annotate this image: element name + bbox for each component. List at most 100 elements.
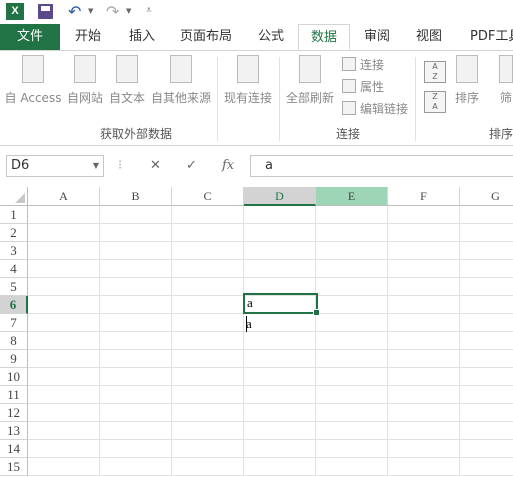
cell-b11[interactable] <box>100 386 172 404</box>
cell-e7[interactable] <box>316 314 388 332</box>
row-header-3[interactable]: 3 <box>0 242 28 260</box>
cell-d12[interactable] <box>244 404 316 422</box>
cell-e4[interactable] <box>316 260 388 278</box>
cell-a2[interactable] <box>28 224 100 242</box>
cell-g15[interactable] <box>460 458 513 476</box>
cell-a7[interactable] <box>28 314 100 332</box>
cell-c13[interactable] <box>172 422 244 440</box>
cell-b12[interactable] <box>100 404 172 422</box>
cell-f10[interactable] <box>388 368 460 386</box>
cell-b10[interactable] <box>100 368 172 386</box>
cell-b5[interactable] <box>100 278 172 296</box>
cell-d7[interactable] <box>244 314 316 332</box>
tab-review[interactable]: 审阅 <box>352 24 402 50</box>
cell-g14[interactable] <box>460 440 513 458</box>
from-other-sources-button[interactable]: 自其他来源 <box>148 55 214 106</box>
existing-connections-button[interactable]: 现有连接 <box>220 55 276 106</box>
cell-e6[interactable] <box>316 296 388 314</box>
row-header-13[interactable]: 13 <box>0 422 28 440</box>
row-header-9[interactable]: 9 <box>0 350 28 368</box>
row-header-5[interactable]: 5 <box>0 278 28 296</box>
cell-f3[interactable] <box>388 242 460 260</box>
cell-a14[interactable] <box>28 440 100 458</box>
tab-formulas[interactable]: 公式 <box>246 24 296 50</box>
cell-e3[interactable] <box>316 242 388 260</box>
from-web-button[interactable]: 自网站 <box>64 55 106 106</box>
save-icon[interactable] <box>38 4 53 19</box>
cell-d1[interactable] <box>244 206 316 224</box>
cell-f6[interactable] <box>388 296 460 314</box>
cell-a15[interactable] <box>28 458 100 476</box>
cell-a9[interactable] <box>28 350 100 368</box>
cell-a1[interactable] <box>28 206 100 224</box>
cell-e12[interactable] <box>316 404 388 422</box>
column-header-a[interactable]: A <box>28 187 100 206</box>
cell-a3[interactable] <box>28 242 100 260</box>
cell-g9[interactable] <box>460 350 513 368</box>
cell-e13[interactable] <box>316 422 388 440</box>
from-access-button[interactable]: 自 Access <box>4 55 62 106</box>
sort-a-z-icon[interactable]: AZ <box>424 61 446 83</box>
cell-a8[interactable] <box>28 332 100 350</box>
cell-g13[interactable] <box>460 422 513 440</box>
name-box[interactable]: D6 ▼ <box>6 155 104 177</box>
sort-z-a-icon[interactable]: ZA <box>424 91 446 113</box>
redo-dropdown-icon[interactable]: ▼ <box>126 7 131 15</box>
cell-e8[interactable] <box>316 332 388 350</box>
tab-pdf-tools[interactable]: PDF工具 <box>458 24 513 50</box>
cell-g4[interactable] <box>460 260 513 278</box>
cell-g2[interactable] <box>460 224 513 242</box>
enter-icon[interactable]: ✓ <box>186 158 197 173</box>
row-header-14[interactable]: 14 <box>0 440 28 458</box>
cell-a13[interactable] <box>28 422 100 440</box>
cell-d3[interactable] <box>244 242 316 260</box>
insert-function-icon[interactable]: fx <box>222 158 234 173</box>
formula-input[interactable]: a <box>250 155 513 177</box>
cell-c9[interactable] <box>172 350 244 368</box>
cell-b2[interactable] <box>100 224 172 242</box>
row-header-11[interactable]: 11 <box>0 386 28 404</box>
redo-icon[interactable]: ↷ <box>106 3 119 20</box>
excel-app-icon[interactable]: X <box>6 3 24 20</box>
cell-e2[interactable] <box>316 224 388 242</box>
row-header-6[interactable]: 6 <box>0 296 28 314</box>
cell-f4[interactable] <box>388 260 460 278</box>
cell-b14[interactable] <box>100 440 172 458</box>
cell-d11[interactable] <box>244 386 316 404</box>
cell-b1[interactable] <box>100 206 172 224</box>
active-cell-d6[interactable]: a <box>243 293 320 316</box>
column-header-c[interactable]: C <box>172 187 244 206</box>
connections-button[interactable]: 连接 <box>342 55 384 75</box>
cell-b3[interactable] <box>100 242 172 260</box>
cell-c5[interactable] <box>172 278 244 296</box>
cell-g5[interactable] <box>460 278 513 296</box>
cell-d4[interactable] <box>244 260 316 278</box>
cell-e15[interactable] <box>316 458 388 476</box>
cell-f13[interactable] <box>388 422 460 440</box>
row-header-8[interactable]: 8 <box>0 332 28 350</box>
cell-a12[interactable] <box>28 404 100 422</box>
row-header-7[interactable]: 7 <box>0 314 28 332</box>
cell-c3[interactable] <box>172 242 244 260</box>
cell-c15[interactable] <box>172 458 244 476</box>
cell-f14[interactable] <box>388 440 460 458</box>
from-text-button[interactable]: 自文本 <box>106 55 148 106</box>
cell-e14[interactable] <box>316 440 388 458</box>
select-all-corner[interactable] <box>0 187 28 206</box>
cell-f2[interactable] <box>388 224 460 242</box>
cell-a5[interactable] <box>28 278 100 296</box>
cancel-icon[interactable]: ✕ <box>150 158 161 173</box>
cell-c1[interactable] <box>172 206 244 224</box>
fill-handle[interactable] <box>313 309 320 316</box>
cell-c11[interactable] <box>172 386 244 404</box>
undo-icon[interactable]: ↶ <box>68 3 81 20</box>
properties-button[interactable]: 属性 <box>342 77 384 97</box>
sort-button[interactable]: 排序 <box>450 55 484 106</box>
cell-d9[interactable] <box>244 350 316 368</box>
chevron-down-icon[interactable]: ▼ <box>93 156 99 176</box>
cell-c4[interactable] <box>172 260 244 278</box>
cell-g7[interactable] <box>460 314 513 332</box>
cell-b15[interactable] <box>100 458 172 476</box>
row-header-15[interactable]: 15 <box>0 458 28 476</box>
undo-dropdown-icon[interactable]: ▼ <box>88 7 93 15</box>
